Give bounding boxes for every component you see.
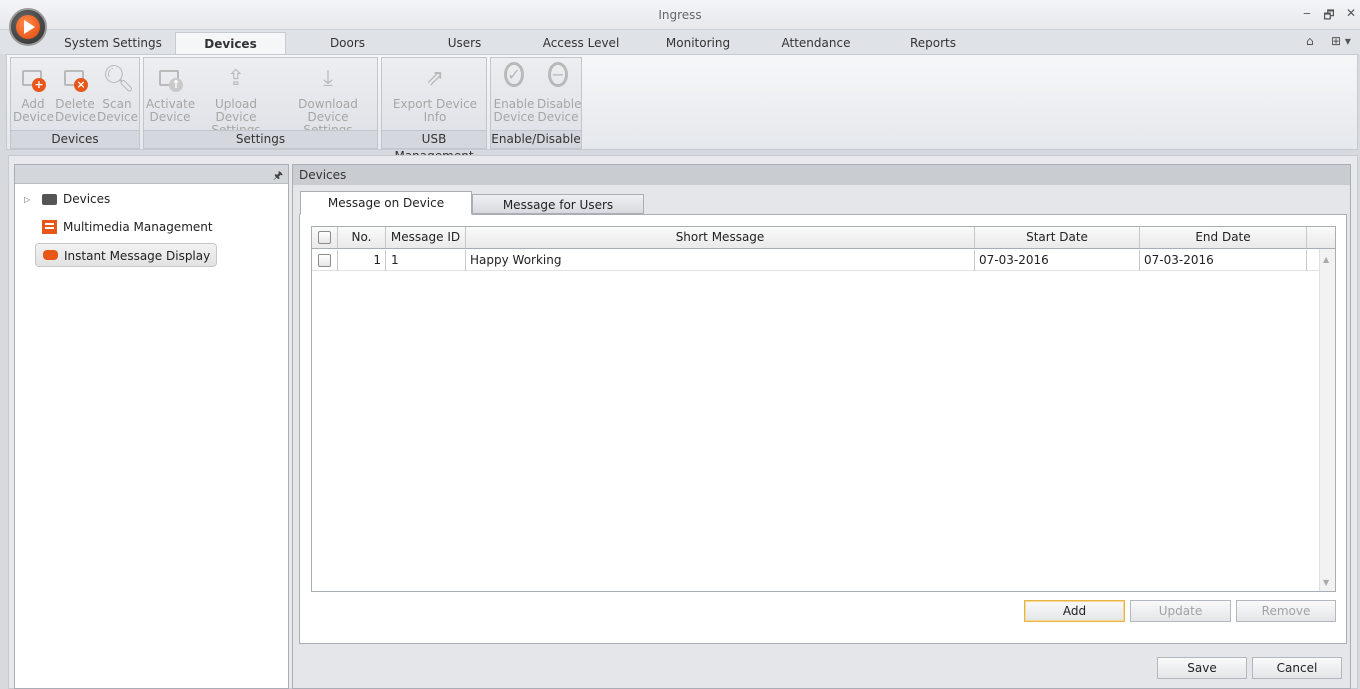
tab-system-settings[interactable]: System Settings <box>60 32 166 54</box>
tab-monitoring[interactable]: Monitoring <box>655 32 741 54</box>
minimize-button[interactable]: ‒ <box>1299 6 1315 20</box>
ribbon-panel: + Add Device × Delete Device 🔍︎ Scan Dev… <box>6 54 1358 163</box>
column-header-short-message[interactable]: Short Message <box>466 227 975 248</box>
tab-attendance[interactable]: Attendance <box>773 32 859 54</box>
download-device-settings-button[interactable]: ⤓ Download Device Settings <box>280 64 376 137</box>
group-label-usb-management: USB Management <box>382 130 486 163</box>
export-device-info-button[interactable]: ⇗ Export Device Info <box>390 64 480 124</box>
tree-item-devices[interactable]: Devices <box>35 187 110 211</box>
pin-icon[interactable]: 🖈 <box>273 167 283 186</box>
table-row[interactable]: 1 1 Happy Working 07-03-2016 07-03-2016 <box>312 250 1319 271</box>
ribbon-group-usb-management: ⇗ Export Device Info USB Management <box>381 57 487 163</box>
remove-button[interactable]: Remove <box>1236 600 1336 622</box>
ribbon-tab-bar: System Settings Devices Doors Users Acce… <box>0 30 1360 54</box>
expand-arrow-icon[interactable]: ▷ <box>24 195 30 204</box>
play-icon <box>24 20 35 34</box>
add-device-icon: + <box>18 64 48 94</box>
ribbon-group-devices: + Add Device × Delete Device 🔍︎ Scan Dev… <box>10 57 140 149</box>
main-panel-header: Devices <box>293 165 1350 185</box>
magnifier-icon: 🔍︎ <box>102 64 136 94</box>
delete-device-button[interactable]: × Delete Device <box>55 64 96 124</box>
tab-users[interactable]: Users <box>422 32 507 54</box>
cancel-button[interactable]: Cancel <box>1252 657 1342 679</box>
column-header-start-date[interactable]: Start Date <box>975 227 1140 248</box>
application-menu-button[interactable] <box>9 8 47 46</box>
ribbon-collapse-icon[interactable]: ⌂ <box>1306 34 1314 48</box>
ribbon-group-settings: ↑ Activate Device ⇪ Upload Device Settin… <box>143 57 378 149</box>
column-header-end-date[interactable]: End Date <box>1140 227 1307 248</box>
table-header: No. Message ID Short Message Start Date … <box>312 227 1335 249</box>
minus-circle-icon: − <box>543 62 573 94</box>
vertical-scrollbar[interactable]: ▲ ▼ <box>1319 249 1335 591</box>
group-label-settings: Settings <box>144 130 377 148</box>
device-icon <box>42 194 57 205</box>
tab-doors[interactable]: Doors <box>305 32 390 54</box>
enable-device-button[interactable]: ✓ Enable Device <box>493 62 535 124</box>
film-icon <box>42 220 57 234</box>
group-label-devices: Devices <box>11 130 139 148</box>
checkmark-circle-icon: ✓ <box>499 62 529 94</box>
cell-start-date: 07-03-2016 <box>975 250 1140 271</box>
row-checkbox[interactable] <box>318 254 331 267</box>
delete-device-icon: × <box>60 64 90 94</box>
tab-reports[interactable]: Reports <box>890 32 976 54</box>
upload-device-settings-button[interactable]: ⇪ Upload Device Settings <box>196 64 276 137</box>
update-button[interactable]: Update <box>1130 600 1231 622</box>
main-panel: Devices Message on Device Message for Us… <box>292 164 1351 689</box>
activate-device-icon: ↑ <box>155 64 185 94</box>
tab-devices[interactable]: Devices <box>175 32 286 54</box>
activate-device-button[interactable]: ↑ Activate Device <box>146 64 195 124</box>
add-button[interactable]: Add <box>1024 600 1125 622</box>
tab-access-level[interactable]: Access Level <box>536 32 626 54</box>
save-button[interactable]: Save <box>1157 657 1247 679</box>
export-icon: ⇗ <box>425 66 445 91</box>
chat-icon <box>43 250 58 260</box>
navigation-panel-header: 🖈 <box>15 165 288 184</box>
tree-item-multimedia-management[interactable]: Multimedia Management <box>35 215 213 239</box>
disable-device-button[interactable]: − Disable Device <box>537 62 582 124</box>
cell-no: 1 <box>338 250 386 271</box>
scroll-up-arrow-icon[interactable]: ▲ <box>1323 255 1329 264</box>
close-button[interactable]: ✕ <box>1343 6 1359 20</box>
tab-body: No. Message ID Short Message Start Date … <box>299 214 1347 644</box>
title-bar: Ingress ‒ 🗗 ✕ <box>0 0 1360 30</box>
tab-message-on-device[interactable]: Message on Device <box>300 191 472 215</box>
download-icon: ⤓ <box>323 66 333 91</box>
tab-message-for-users[interactable]: Message for Users <box>472 194 644 214</box>
column-header-message-id[interactable]: Message ID <box>386 227 466 248</box>
ribbon-group-enable-disable: ✓ Enable Device − Disable Device Enable/… <box>490 57 582 149</box>
navigation-panel: 🖈 ▷ Devices Multimedia Management Instan… <box>14 164 289 689</box>
restore-button[interactable]: 🗗 <box>1321 6 1337 27</box>
group-label-enable-disable: Enable/Disable <box>491 130 581 148</box>
cell-end-date: 07-03-2016 <box>1140 250 1307 271</box>
cell-message-id: 1 <box>386 250 466 271</box>
tree-item-instant-message-display[interactable]: Instant Message Display <box>35 243 218 267</box>
select-all-checkbox[interactable] <box>318 231 331 244</box>
row-select-cell <box>312 250 338 271</box>
window-title: Ingress <box>658 8 702 22</box>
scan-device-button[interactable]: 🔍︎ Scan Device <box>97 64 138 124</box>
column-header-no[interactable]: No. <box>338 227 386 248</box>
cell-short-message: Happy Working <box>466 250 975 271</box>
messages-table: No. Message ID Short Message Start Date … <box>311 226 1336 592</box>
layout-menu-icon[interactable]: ⊞ ▾ <box>1331 34 1351 48</box>
scroll-down-arrow-icon[interactable]: ▼ <box>1323 578 1329 587</box>
upload-icon: ⇪ <box>226 66 246 91</box>
add-device-button[interactable]: + Add Device <box>13 64 54 124</box>
select-all-cell <box>312 227 338 248</box>
